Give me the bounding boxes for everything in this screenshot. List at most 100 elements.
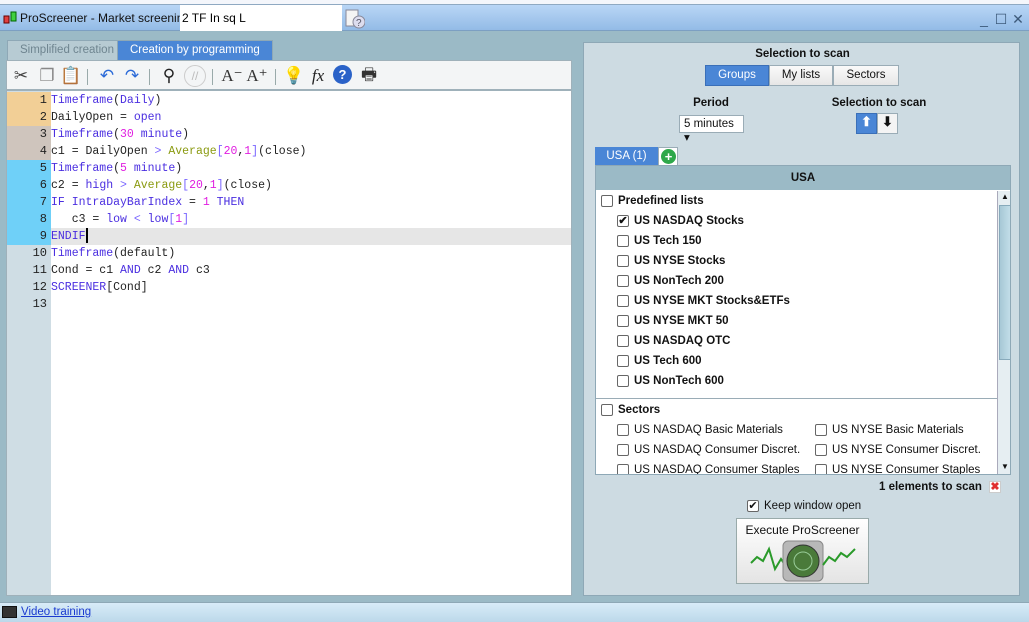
code-editor[interactable]: 1 2 3 4 5 6 7 8 9 10 11 12 13 Timeframe(Daily) DailyO… bbox=[6, 90, 572, 596]
checkbox[interactable] bbox=[617, 275, 629, 287]
lightbulb-icon[interactable]: 💡 bbox=[283, 65, 305, 87]
period-dropdown[interactable]: 5 minutes ▾ bbox=[679, 115, 744, 144]
predefined-list-item[interactable]: US NYSE Stocks bbox=[617, 255, 725, 267]
predefined-list-item[interactable]: US NASDAQ OTC bbox=[617, 335, 730, 347]
code-line[interactable]: Timeframe(default) bbox=[51, 245, 571, 262]
sector-item[interactable]: US NASDAQ Basic Materials bbox=[617, 424, 783, 436]
code-line[interactable]: IF IntraDayBarIndex = 1 THEN bbox=[51, 194, 571, 211]
clear-selection-icon[interactable]: ✖ bbox=[989, 481, 1001, 493]
checkbox[interactable] bbox=[617, 235, 629, 247]
segment-sectors[interactable]: Sectors bbox=[833, 65, 899, 86]
sort-up-arrow-icon[interactable]: ⬆ bbox=[856, 113, 877, 134]
sector-item[interactable]: US NYSE Consumer Discret. bbox=[815, 444, 981, 456]
code-line[interactable]: Timeframe(30 minute) bbox=[51, 126, 571, 143]
comment-icon[interactable]: // bbox=[184, 65, 206, 87]
code-token: ( bbox=[113, 128, 121, 141]
predefined-list-item[interactable]: US NonTech 200 bbox=[617, 275, 724, 287]
code-token: IF IntraDayBarIndex bbox=[51, 196, 183, 209]
label: US Tech 600 bbox=[634, 355, 702, 368]
segment-groups[interactable]: Groups bbox=[705, 65, 769, 86]
scroll-up-icon[interactable]: ▲ bbox=[1001, 192, 1009, 201]
predefined-list-item[interactable]: ✔ US NASDAQ Stocks bbox=[617, 215, 744, 227]
screener-name-input[interactable] bbox=[180, 5, 342, 31]
close-button[interactable]: ✕ bbox=[1011, 11, 1025, 28]
label: US NASDAQ Consumer Staples bbox=[634, 464, 800, 475]
line-number: 7 bbox=[7, 194, 51, 211]
line-number: 12 bbox=[7, 279, 51, 296]
group-tab-usa[interactable]: USA (1) bbox=[595, 147, 658, 166]
checkbox[interactable] bbox=[617, 444, 629, 456]
execute-label: Execute ProScreener bbox=[745, 523, 860, 537]
tab-creation-by-programming[interactable]: Creation by programming bbox=[117, 40, 273, 60]
predefined-list-item[interactable]: US NYSE MKT Stocks&ETFs bbox=[617, 295, 790, 307]
predefined-list-item[interactable]: US NonTech 600 bbox=[617, 375, 724, 387]
code-line[interactable] bbox=[51, 296, 571, 313]
code-line[interactable]: c3 = low < low[1] bbox=[51, 211, 571, 228]
print-icon[interactable]: 🖶 bbox=[358, 65, 380, 87]
code-line[interactable]: SCREENER[Cond] bbox=[51, 279, 571, 296]
sector-item[interactable]: US NYSE Consumer Staples bbox=[815, 464, 980, 474]
checkbox[interactable] bbox=[617, 375, 629, 387]
checkbox[interactable] bbox=[617, 255, 629, 267]
cut-icon[interactable]: ✂ bbox=[10, 65, 32, 87]
checkbox[interactable] bbox=[601, 195, 613, 207]
predefined-list-item[interactable]: US Tech 150 bbox=[617, 235, 702, 247]
checkbox[interactable] bbox=[815, 464, 827, 474]
code-line[interactable]: DailyOpen = open bbox=[51, 109, 571, 126]
sector-item[interactable]: US NASDAQ Consumer Discret. bbox=[617, 444, 800, 456]
checkbox[interactable] bbox=[617, 295, 629, 307]
code-line[interactable]: c1 = DailyOpen > Average[20,1](close) bbox=[51, 143, 571, 160]
code-line[interactable]: ENDIF bbox=[51, 228, 571, 245]
sectors-checkbox[interactable]: Sectors bbox=[601, 404, 660, 416]
code-token: 30 bbox=[120, 128, 134, 141]
undo-icon[interactable]: ↶ bbox=[96, 65, 118, 87]
minimize-button[interactable]: _ bbox=[977, 11, 991, 27]
plus-icon: + bbox=[661, 149, 676, 164]
code-token: , bbox=[202, 179, 210, 192]
redo-icon[interactable]: ↷ bbox=[121, 65, 143, 87]
increase-font-icon[interactable]: A⁺ bbox=[246, 65, 268, 87]
scroll-down-icon[interactable]: ▼ bbox=[1001, 462, 1009, 471]
add-group-button[interactable]: + bbox=[658, 147, 678, 166]
checkbox[interactable] bbox=[617, 315, 629, 327]
code-line[interactable]: c2 = high > Average[20,1](close) bbox=[51, 177, 571, 194]
sort-down-arrow-icon[interactable]: ⬇ bbox=[877, 113, 898, 134]
label: US NYSE Basic Materials bbox=[832, 424, 964, 437]
checkbox[interactable] bbox=[815, 444, 827, 456]
maximize-button[interactable]: ☐ bbox=[994, 11, 1008, 28]
checkbox[interactable] bbox=[815, 424, 827, 436]
code-line[interactable]: Timeframe(5 minute) bbox=[51, 160, 571, 177]
predefined-lists-checkbox[interactable]: Predefined lists bbox=[601, 195, 704, 207]
keep-window-open-checkbox[interactable]: ✔ Keep window open bbox=[747, 500, 861, 512]
function-icon[interactable]: fx bbox=[307, 65, 329, 87]
sector-item[interactable]: US NYSE Basic Materials bbox=[815, 424, 964, 436]
checkbox[interactable] bbox=[617, 335, 629, 347]
execute-proscreener-button[interactable]: Execute ProScreener bbox=[736, 518, 869, 584]
code-token: = bbox=[182, 196, 203, 209]
code-line[interactable]: Timeframe(Daily) bbox=[51, 92, 571, 109]
checkbox[interactable] bbox=[617, 464, 629, 474]
sector-item[interactable]: US NASDAQ Consumer Staples bbox=[617, 464, 800, 475]
document-help-icon[interactable]: ? bbox=[345, 9, 365, 29]
code-token: ) bbox=[154, 94, 162, 107]
copy-icon[interactable]: ❐ bbox=[36, 65, 58, 87]
checkbox[interactable] bbox=[617, 355, 629, 367]
scrollbar-thumb[interactable] bbox=[999, 205, 1010, 360]
predefined-list-item[interactable]: US NYSE MKT 50 bbox=[617, 315, 729, 327]
search-icon[interactable]: ⚲ bbox=[158, 65, 180, 87]
decrease-font-icon[interactable]: A⁻ bbox=[221, 65, 243, 87]
list-scrollbar[interactable]: ▲ ▼ bbox=[997, 191, 1010, 474]
help-icon[interactable]: ? bbox=[333, 65, 352, 84]
checkbox[interactable] bbox=[617, 424, 629, 436]
paste-icon[interactable]: 📋 bbox=[60, 65, 82, 87]
checkbox[interactable]: ✔ bbox=[617, 215, 629, 227]
checkbox[interactable]: ✔ bbox=[747, 500, 759, 512]
code-line[interactable]: Cond = c1 AND c2 AND c3 bbox=[51, 262, 571, 279]
tab-simplified-creation[interactable]: Simplified creation bbox=[7, 40, 127, 60]
segment-my-lists[interactable]: My lists bbox=[769, 65, 833, 86]
code-token: Timeframe bbox=[51, 94, 114, 107]
predefined-list-item[interactable]: US Tech 600 bbox=[617, 355, 702, 367]
video-training-link[interactable]: Video training bbox=[21, 606, 91, 618]
checkbox[interactable] bbox=[601, 404, 613, 416]
